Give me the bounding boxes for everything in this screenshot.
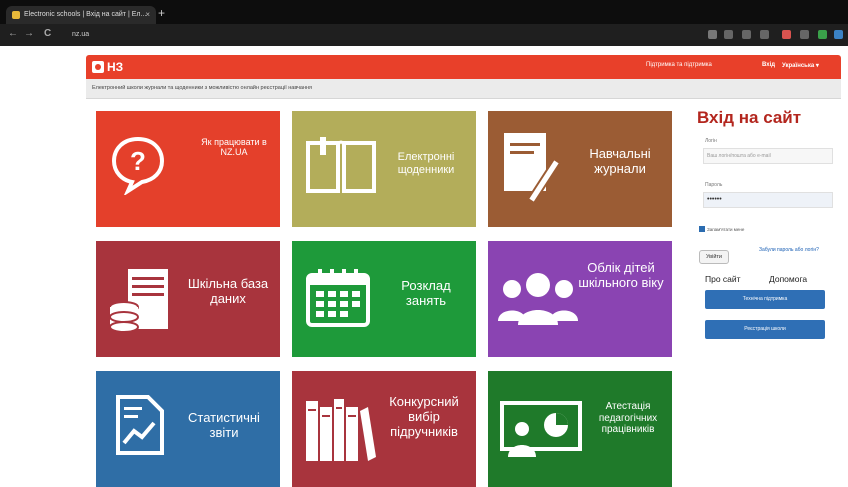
site-logo[interactable]: НЗ bbox=[92, 58, 123, 76]
login-input[interactable]: Ваш логін/пошта або e-mail bbox=[703, 148, 833, 164]
checkbox-checked-icon bbox=[699, 226, 705, 232]
tile-label: Шкільна база даних bbox=[187, 276, 269, 306]
database-server-icon bbox=[109, 269, 168, 333]
presentation-icon bbox=[500, 401, 582, 457]
tile-textbook-selection[interactable]: Конкурсний вибір підручників bbox=[292, 371, 476, 487]
login-title: Вхід на сайт bbox=[697, 108, 802, 127]
login-button[interactable]: Увійти bbox=[699, 250, 729, 264]
breadcrumb-text: Електронний школи журнали та щоденники з… bbox=[92, 85, 313, 91]
tile-how-to-use[interactable]: ? Як працювати в NZ.UA bbox=[96, 111, 280, 227]
language-select[interactable]: Українська ▾ bbox=[782, 62, 819, 69]
tile-statistics[interactable]: Статистичні звіти bbox=[96, 371, 280, 487]
tile-label: Конкурсний вибір підручників bbox=[389, 394, 459, 439]
key-icon[interactable] bbox=[708, 30, 717, 39]
login-panel: Вхід на сайт Логін Ваш логін/пошта або e… bbox=[697, 108, 837, 348]
tile-teacher-attestation[interactable]: Атестація педагогічних працівників bbox=[488, 371, 672, 487]
tile-label: Атестація педагогічних працівників bbox=[598, 401, 658, 435]
zoom-icon[interactable] bbox=[724, 30, 733, 39]
tile-label: Розклад занять bbox=[401, 278, 451, 308]
svg-text:?: ? bbox=[130, 146, 146, 176]
share-icon[interactable] bbox=[742, 30, 751, 39]
open-book-icon bbox=[306, 137, 376, 193]
logo-icon bbox=[92, 61, 104, 73]
tile-school-database[interactable]: Шкільна база даних bbox=[96, 241, 280, 357]
tile-label: Навчальні журнали bbox=[589, 146, 651, 176]
forward-icon[interactable]: → bbox=[24, 28, 34, 39]
password-label: Пароль bbox=[705, 182, 723, 188]
about-link[interactable]: Про сайт bbox=[705, 274, 741, 284]
site-header: НЗ Підтримка та підтримка Вхід Українськ… bbox=[86, 55, 841, 79]
tile-label: Облік дітей шкільного віку bbox=[578, 260, 664, 290]
tile-label: Електронні щоденники bbox=[397, 151, 455, 176]
tech-support-button[interactable]: Технічна підтримка bbox=[705, 290, 825, 309]
tile-label: Як працювати в NZ.UA bbox=[201, 137, 267, 158]
forgot-password-link[interactable]: Забули пароль або логін? bbox=[759, 247, 837, 253]
favicon-icon bbox=[12, 11, 20, 19]
close-tab-icon[interactable]: × bbox=[145, 6, 150, 24]
address-bar[interactable]: nz.ua bbox=[72, 28, 692, 42]
help-link[interactable]: Допомога bbox=[769, 274, 807, 284]
calendar-icon bbox=[306, 269, 370, 327]
tile-label: Статистичні звіти bbox=[188, 410, 260, 440]
login-link[interactable]: Вхід bbox=[762, 62, 775, 68]
reload-icon[interactable]: C bbox=[44, 28, 51, 39]
register-school-button[interactable]: Реєстрація школи bbox=[705, 320, 825, 339]
logo-text: НЗ bbox=[107, 60, 124, 74]
bookmark-star-icon[interactable] bbox=[760, 30, 769, 39]
browser-tab[interactable]: Electronic schools | Вхід на сайт | Ел..… bbox=[6, 6, 156, 24]
books-icon bbox=[306, 399, 376, 461]
question-bubble-icon: ? bbox=[111, 136, 165, 195]
support-link[interactable]: Підтримка та підтримка bbox=[646, 62, 712, 68]
journal-pen-icon bbox=[504, 133, 562, 205]
login-label: Логін bbox=[705, 138, 717, 144]
extension-icon[interactable] bbox=[782, 30, 791, 39]
tile-children-accounting[interactable]: Облік дітей шкільного віку bbox=[488, 241, 672, 357]
breadcrumb: Електронний школи журнали та щоденники з… bbox=[86, 79, 841, 99]
profile-icon[interactable] bbox=[834, 30, 843, 39]
tile-e-diaries[interactable]: Електронні щоденники bbox=[292, 111, 476, 227]
browser-toolbar: ← → C nz.ua bbox=[0, 24, 848, 46]
chart-report-icon bbox=[116, 395, 164, 455]
extension-green-icon[interactable] bbox=[818, 30, 827, 39]
browser-tab-bar: Electronic schools | Вхід на сайт | Ел..… bbox=[0, 0, 848, 24]
remember-me-checkbox[interactable]: Запам'ятати мене bbox=[699, 226, 744, 232]
tile-journals[interactable]: Навчальні журнали bbox=[488, 111, 672, 227]
extensions-menu-icon[interactable] bbox=[800, 30, 809, 39]
new-tab-icon[interactable]: + bbox=[158, 6, 165, 20]
people-group-icon bbox=[498, 273, 578, 325]
tab-title: Electronic schools | Вхід на сайт | Ел..… bbox=[24, 11, 147, 18]
remember-me-label: Запам'ятати мене bbox=[707, 227, 745, 232]
back-icon[interactable]: ← bbox=[8, 28, 18, 39]
password-input[interactable]: •••••• bbox=[703, 192, 833, 208]
tile-schedule[interactable]: Розклад занять bbox=[292, 241, 476, 357]
